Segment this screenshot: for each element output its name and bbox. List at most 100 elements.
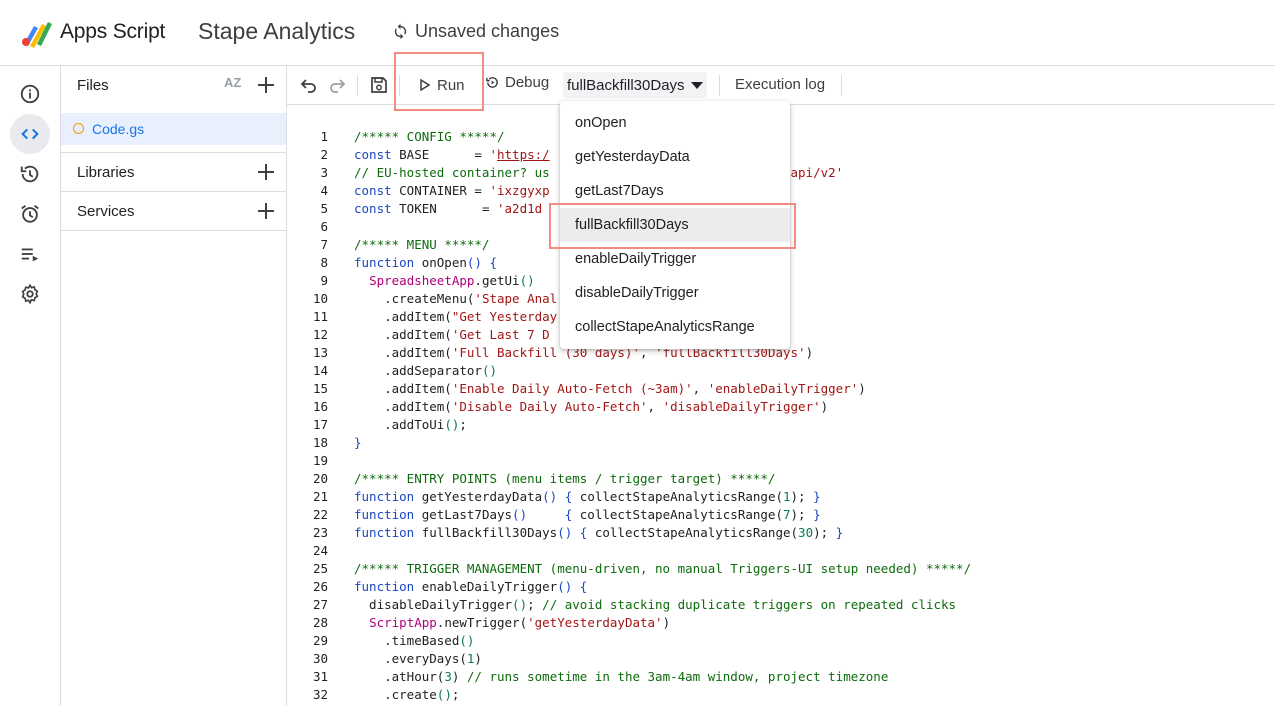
code-line[interactable]: 32 .create(); (287, 687, 1275, 705)
code-token: SpreadsheetApp (369, 273, 475, 288)
project-settings-button[interactable] (10, 274, 50, 314)
left-nav-rail (0, 66, 61, 706)
code-line[interactable]: 26 function enableDailyTrigger() { (287, 579, 1275, 597)
apps-script-logo-icon[interactable] (20, 18, 54, 50)
code-line[interactable]: 23 function fullBackfill30Days() { collec… (287, 525, 1275, 543)
dropdown-option-label: disableDailyTrigger (575, 285, 699, 301)
code-text: .atHour(3) // runs sometime in the 3am-4… (354, 669, 888, 684)
code-token: () { (542, 489, 580, 504)
line-number: 23 (312, 525, 328, 540)
code-token: getLast7Days (421, 507, 513, 522)
dropdown-option-label: getYesterdayData (575, 149, 690, 165)
code-line[interactable]: 20 /***** ENTRY POINTS (menu items / trig… (287, 471, 1275, 489)
code-token: ' (489, 147, 497, 162)
code-line[interactable]: 16 .addItem('Disable Daily Auto-Fetch', … (287, 399, 1275, 417)
add-file-icon[interactable] (256, 75, 276, 95)
services-label: Services (77, 202, 135, 220)
code-token: function (354, 579, 422, 594)
executions-button[interactable] (10, 234, 50, 274)
line-number: 27 (312, 597, 328, 612)
code-token: 'getYesterdayData' (527, 615, 663, 630)
code-token: 7 (782, 507, 791, 522)
code-token: collectStapeAnalyticsRange( (579, 507, 783, 522)
line-number: 10 (312, 291, 328, 306)
code-token: () (519, 273, 535, 288)
line-number: 29 (312, 633, 328, 648)
add-service-icon[interactable] (256, 201, 276, 221)
code-line[interactable]: 22 function getLast7Days() { collectStape… (287, 507, 1275, 525)
line-number: 2 (320, 147, 328, 162)
code-text: const BASE = 'https:/ (354, 147, 550, 162)
code-token: 'Enable Daily Auto-Fetch (~3am)' (451, 381, 693, 396)
code-line[interactable]: 31 .atHour(3) // runs sometime in the 3a… (287, 669, 1275, 687)
code-token: .addItem( (354, 345, 452, 360)
code-text: .addToUi(); (354, 417, 467, 432)
save-icon[interactable] (369, 75, 389, 95)
debug-button[interactable]: Debug (485, 74, 549, 91)
libraries-section[interactable]: Libraries (61, 153, 286, 191)
code-token: () (444, 417, 460, 432)
caret-down-icon (690, 81, 703, 89)
code-line[interactable]: 25 /***** TRIGGER MANAGEMENT (menu-driven… (287, 561, 1275, 579)
code-token: 'a2d1d (497, 201, 543, 216)
project-name[interactable]: Stape Analytics (198, 18, 355, 45)
sort-files-button[interactable]: AZ (224, 75, 241, 90)
line-number: 24 (312, 543, 328, 558)
code-line[interactable]: 28 ScriptApp.newTrigger('getYesterdayDat… (287, 615, 1275, 633)
code-line[interactable]: 17 .addToUi(); (287, 417, 1275, 435)
redo-icon[interactable] (327, 75, 347, 95)
function-select[interactable]: fullBackfill30Days (563, 72, 707, 98)
file-item-code-gs[interactable]: Code.gs (61, 113, 286, 145)
line-number: 26 (312, 579, 328, 594)
run-button-highlight (394, 52, 484, 111)
code-line[interactable]: 24 (287, 543, 1275, 561)
code-line[interactable]: 21 function getYesterdayData() { collectS… (287, 489, 1275, 507)
save-status: Unsaved changes (392, 21, 559, 42)
code-token: /***** MENU *****/ (354, 237, 490, 252)
code-token: .addToUi (354, 417, 445, 432)
code-token: ) (820, 399, 829, 414)
dropdown-option-collectStapeAnalyticsRange[interactable]: collectStapeAnalyticsRange (560, 310, 790, 344)
code-token: BASE = (399, 147, 490, 162)
code-line[interactable]: 15 .addItem('Enable Daily Auto-Fetch (~3… (287, 381, 1275, 399)
code-token: .addItem( (354, 309, 452, 324)
code-line[interactable]: 19 (287, 453, 1275, 471)
code-text: function fullBackfill30Days() { collectS… (354, 525, 843, 540)
add-library-icon[interactable] (256, 162, 276, 182)
code-token: 'enableDailyTrigger' (707, 381, 859, 396)
dropdown-option-disableDailyTrigger[interactable]: disableDailyTrigger (560, 276, 790, 310)
code-token: const (354, 201, 400, 216)
code-line[interactable]: 30 .everyDays(1) (287, 651, 1275, 669)
app-name[interactable]: Apps Script (60, 20, 165, 44)
code-token: // runs sometime in the 3am-4am window, … (466, 669, 889, 684)
code-token: .addSeparator (354, 363, 482, 378)
overview-button[interactable] (10, 74, 50, 114)
code-token: disableDailyTrigger (354, 597, 513, 612)
line-number: 16 (312, 399, 328, 414)
dropdown-option-onOpen[interactable]: onOpen (560, 106, 790, 140)
line-number: 7 (320, 237, 328, 252)
code-text: ScriptApp.newTrigger('getYesterdayData') (354, 615, 670, 630)
code-token: .timeBased (354, 633, 460, 648)
code-line[interactable]: 14 .addSeparator() (287, 363, 1275, 381)
undo-icon[interactable] (299, 75, 319, 95)
code-line[interactable]: 29 .timeBased() (287, 633, 1275, 651)
code-token: collectStapeAnalyticsRange( (579, 489, 783, 504)
services-section[interactable]: Services (61, 192, 286, 230)
execution-log-button[interactable]: Execution log (735, 76, 825, 93)
line-number: 5 (320, 201, 328, 216)
files-panel: Files AZ Code.gs Libraries Services (61, 66, 287, 706)
dropdown-option-getYesterdayData[interactable]: getYesterdayData (560, 140, 790, 174)
line-number: 31 (312, 669, 328, 684)
code-line[interactable]: 18} (287, 435, 1275, 453)
code-line[interactable]: 27 disableDailyTrigger(); // avoid stack… (287, 597, 1275, 615)
editor-button[interactable] (10, 114, 50, 154)
line-number: 1 (320, 129, 328, 144)
triggers-button[interactable] (10, 194, 50, 234)
code-token: ) (805, 345, 814, 360)
code-token: collectStapeAnalyticsRange( (594, 525, 799, 540)
code-token: // avoid stacking duplicate triggers on … (542, 597, 957, 612)
deployments-history-button[interactable] (10, 154, 50, 194)
code-token: () (481, 363, 497, 378)
